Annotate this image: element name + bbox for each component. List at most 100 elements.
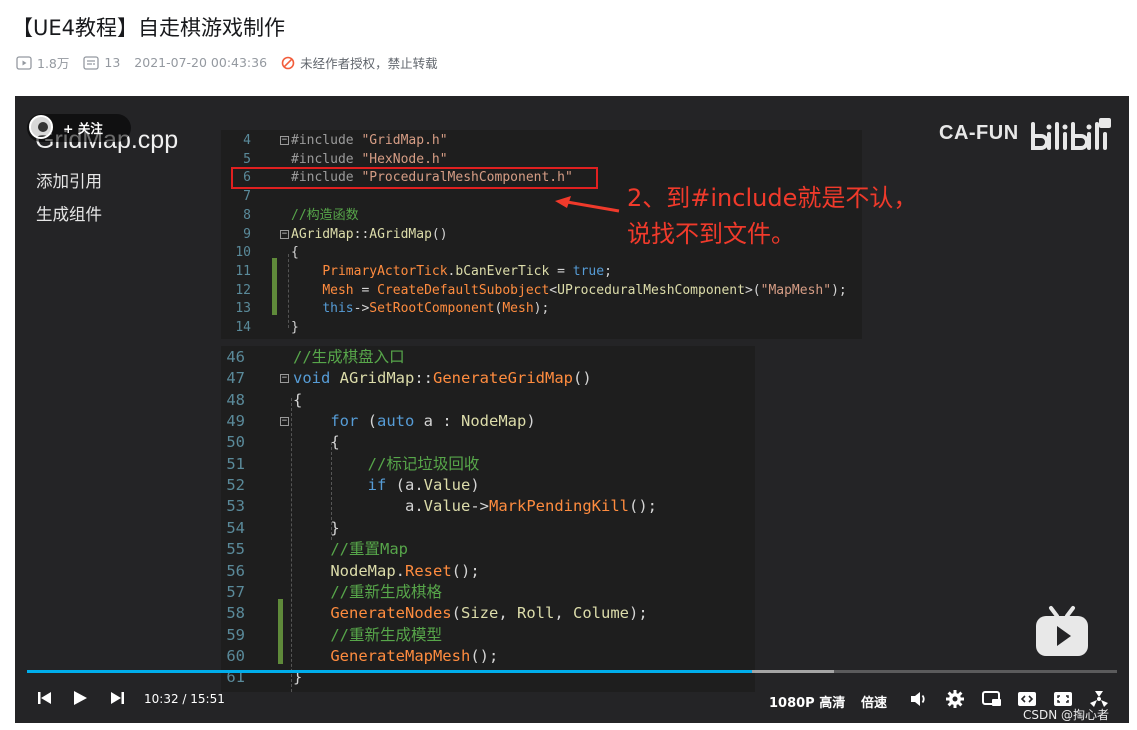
webfullscreen-icon[interactable]	[1053, 691, 1073, 707]
brand-label: CA-FUN	[939, 122, 1019, 144]
play-count-icon	[16, 55, 32, 70]
volume-icon[interactable]	[910, 691, 928, 707]
code-line: 50 {	[221, 432, 755, 453]
previous-icon[interactable]	[37, 691, 53, 705]
current-time: 10:32	[144, 692, 179, 706]
side-item-create-component: 生成组件	[36, 205, 102, 224]
code-line: 60 GenerateMapMesh();	[221, 646, 755, 667]
danmaku-count: 13	[83, 55, 120, 70]
code-line: 13 this->SetRootComponent(Mesh);	[221, 299, 862, 318]
code-line: 54 }	[221, 518, 755, 539]
code-line: 49 for (auto a : NodeMap)	[221, 411, 755, 432]
line-number: 53	[226, 497, 245, 516]
code-text: AGridMap::AGridMap()	[291, 226, 448, 242]
code-text: //重新生成模型	[330, 625, 442, 644]
line-number: 8	[243, 207, 251, 223]
time-display: 10:32 / 15:51	[144, 692, 225, 706]
code-text: a.Value->MarkPendingKill();	[293, 497, 657, 516]
progress-played[interactable]	[27, 670, 752, 673]
view-count-text: 1.8万	[37, 56, 70, 71]
code-text: {	[293, 433, 340, 452]
video-title: 【UE4教程】自走棋游戏制作	[12, 16, 285, 40]
code-line: 56 NodeMap.Reset();	[221, 561, 755, 582]
quality-selector[interactable]: 1080P 高清	[769, 692, 845, 711]
line-number: 51	[226, 454, 245, 473]
bilibili-tv-icon[interactable]	[1033, 604, 1091, 658]
line-number: 48	[226, 390, 245, 409]
code-text: }	[291, 320, 299, 335]
code-text: //重置Map	[330, 540, 408, 559]
code-text: //重新生成棋格	[330, 582, 442, 601]
annotation-line-2: 说找不到文件。	[627, 220, 795, 248]
publish-time: 2021-07-20 00:43:36	[134, 55, 267, 70]
line-number: 57	[226, 582, 245, 601]
line-number: 58	[226, 604, 245, 623]
bilibili-logo	[1031, 118, 1111, 150]
csdn-watermark: CSDN @掏心者	[1023, 708, 1110, 722]
arrow-annotation-icon	[555, 196, 620, 213]
code-line: 11 PrimaryActorTick.bCanEverTick = true;	[221, 262, 862, 281]
duration: 15:51	[190, 692, 225, 706]
side-item-add-include: 添加引用	[36, 172, 102, 191]
code-text: PrimaryActorTick.bCanEverTick = true;	[322, 263, 612, 279]
play-icon[interactable]	[72, 690, 88, 706]
line-number: 14	[235, 320, 251, 335]
code-text: #include "HexNode.h"	[291, 151, 448, 167]
line-number: 5	[243, 151, 251, 167]
code-text: GenerateNodes(Size, Roll, Colume);	[330, 604, 648, 623]
line-number: 55	[226, 540, 245, 559]
publish-time-text: 2021-07-20 00:43:36	[134, 55, 268, 70]
speed-selector[interactable]: 倍速	[861, 692, 887, 711]
no-repost-icon	[281, 56, 295, 69]
widescreen-icon[interactable]	[1017, 691, 1037, 707]
code-line: 53 a.Value->MarkPendingKill();	[221, 496, 755, 517]
video-meta: 1.8万 13 2021-07-20 00:43:36 未经作者授权，禁止转载	[16, 53, 452, 72]
code-line: 47 void AGridMap::GenerateGridMap()	[221, 368, 755, 389]
code-line: 59 //重新生成模型	[221, 625, 755, 646]
line-number: 7	[243, 189, 251, 205]
code-text: Mesh = CreateDefaultSubobject<UProcedura…	[322, 282, 847, 298]
video-player[interactable]: GridMap.cpp + 关注 添加引用 生成组件 CA-FUN − − 4#…	[15, 96, 1129, 723]
code-text: //标记垃圾回收	[367, 454, 480, 473]
code-line: 14}	[221, 318, 862, 337]
line-number: 47	[226, 369, 245, 388]
code-line: 55 //重置Map	[221, 539, 755, 560]
code-line: 52 if (a.Value)	[221, 475, 755, 496]
code-line: 46 //生成棋盘入口	[221, 347, 755, 368]
line-number: 4	[243, 133, 251, 148]
code-text: NodeMap.Reset();	[330, 561, 480, 580]
annotation-text: 2、到#include就是不认， 说找不到文件。	[627, 180, 917, 252]
code-text: void AGridMap::GenerateGridMap()	[293, 369, 592, 388]
code-text: {	[291, 245, 299, 261]
code-line: 4 #include "GridMap.h"	[221, 131, 862, 150]
danmaku-icon	[83, 55, 100, 70]
follow-button-label[interactable]: + 关注	[63, 118, 103, 137]
line-number: 12	[235, 282, 251, 298]
code-text: }	[293, 518, 340, 537]
code-line: 58 GenerateNodes(Size, Roll, Colume);	[221, 603, 755, 624]
code-text: //生成棋盘入口	[293, 348, 405, 366]
uploader-avatar[interactable]	[29, 115, 53, 139]
line-number: 9	[243, 226, 251, 242]
highlight-box	[231, 167, 598, 189]
copyright-notice: 未经作者授权，禁止转载	[281, 53, 438, 72]
annotation-line-1: 2、到#include就是不认，	[627, 184, 918, 212]
code-text: for (auto a : NodeMap)	[330, 412, 536, 431]
pip-icon[interactable]	[982, 691, 1002, 707]
view-count: 1.8万	[16, 53, 69, 72]
code-line: 51 //标记垃圾回收	[221, 454, 755, 475]
line-number: 59	[226, 625, 245, 644]
code-text: #include "GridMap.h"	[291, 133, 448, 148]
line-number: 49	[226, 412, 245, 431]
line-number: 10	[235, 245, 251, 261]
code-line: 12 Mesh = CreateDefaultSubobject<UProced…	[221, 281, 862, 300]
code-text: if (a.Value)	[367, 476, 480, 495]
line-number: 60	[226, 646, 245, 665]
copyright-text: 未经作者授权，禁止转载	[300, 56, 438, 71]
code-line: 5 #include "HexNode.h"	[221, 150, 862, 169]
danmaku-count-text: 13	[104, 55, 121, 70]
settings-gear-icon[interactable]	[946, 690, 964, 708]
code-text: GenerateMapMesh();	[330, 646, 499, 665]
line-number: 11	[235, 263, 251, 279]
next-icon[interactable]	[109, 691, 125, 705]
